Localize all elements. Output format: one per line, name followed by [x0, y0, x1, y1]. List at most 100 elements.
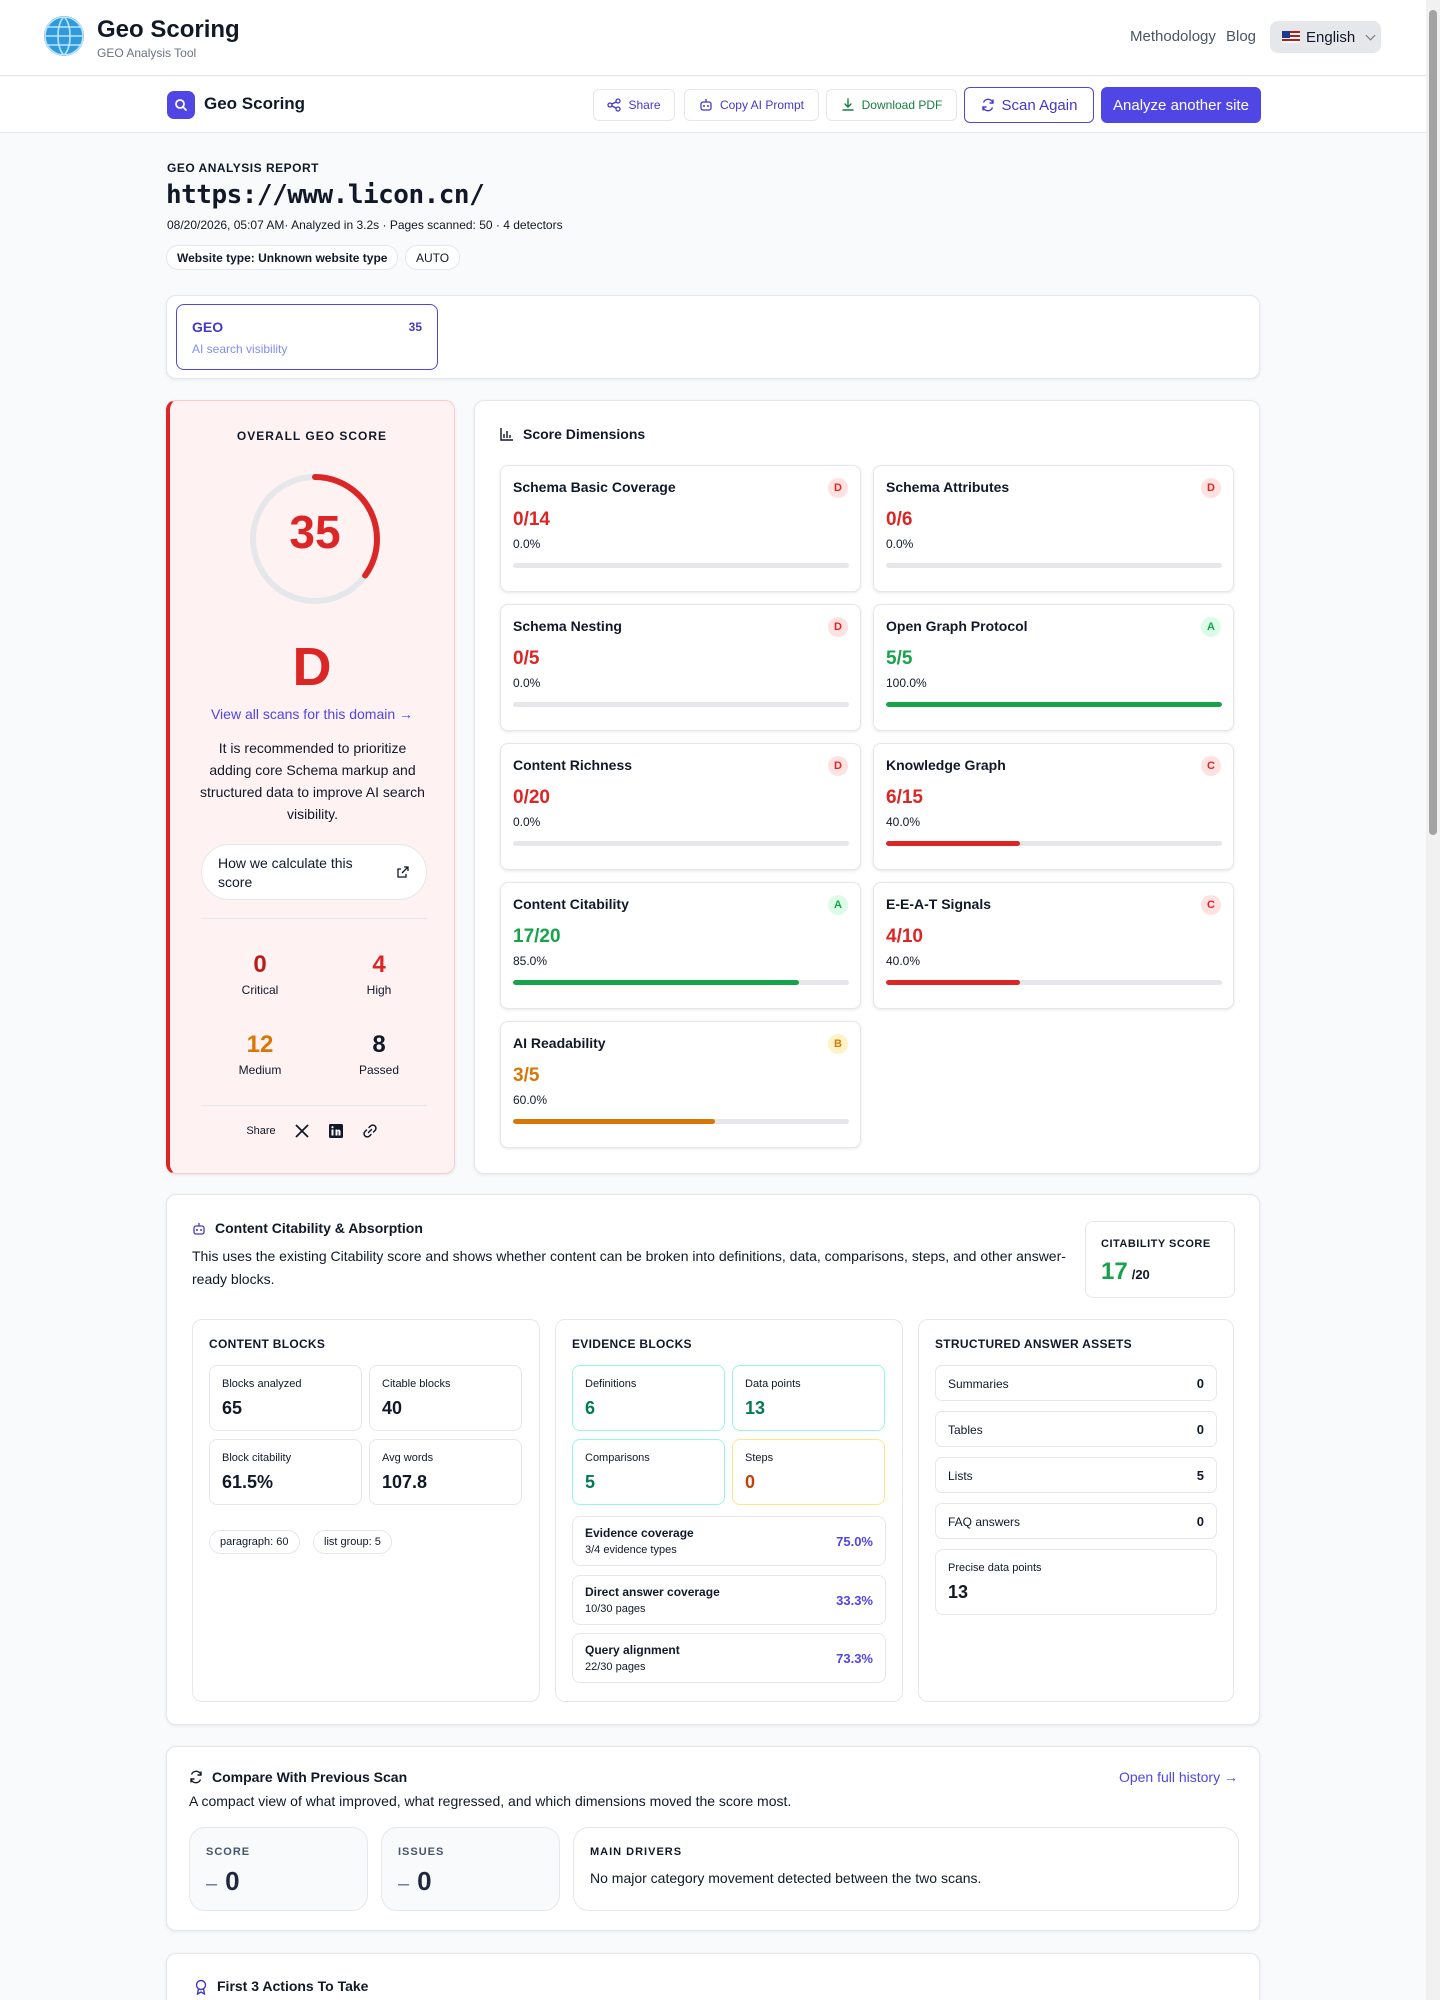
- citable-blocks-card: Citable blocks 40: [369, 1365, 522, 1431]
- dimension-card: Knowledge Graph C 6/15 40.0%: [873, 743, 1234, 870]
- tab-geo-name: GEO: [192, 319, 224, 335]
- dimension-percent: 100.0%: [886, 676, 927, 690]
- share-button[interactable]: Share: [593, 89, 675, 121]
- citability-description: This uses the existing Citability score …: [192, 1248, 1066, 1287]
- dimension-name: AI Readability: [513, 1035, 606, 1051]
- nav-link-blog[interactable]: Blog: [1226, 28, 1256, 45]
- precise-data-points-card: Precise data points 13: [935, 1549, 1217, 1615]
- language-select[interactable]: English: [1270, 21, 1381, 53]
- us-flag-icon: [1282, 31, 1300, 43]
- definitions-card: Definitions 6: [572, 1365, 725, 1431]
- asset-summaries-row: Summaries 0: [935, 1365, 1217, 1401]
- citability-score-box: CITABILITY SCORE 17/20: [1085, 1221, 1235, 1298]
- score-dimensions-title: Score Dimensions: [523, 426, 646, 442]
- coverage-label: Direct answer coverage: [585, 1585, 720, 1599]
- top-navbar: Geo Scoring GEO Analysis Tool Methodolog…: [0, 0, 1426, 76]
- dimension-grade-badge: A: [1201, 617, 1221, 637]
- block-citability-card: Block citability 61.5%: [209, 1439, 362, 1505]
- how-we-calculate-button[interactable]: How we calculate this score: [201, 844, 427, 900]
- tab-geo-score: 35: [408, 320, 422, 334]
- analyze-another-site-button[interactable]: Analyze another site: [1101, 87, 1261, 123]
- dimension-progress-track: [513, 841, 849, 846]
- dimension-progress-fill: [513, 1119, 715, 1124]
- share-row: Share: [170, 1123, 454, 1139]
- avg-words-card: Avg words 107.8: [369, 1439, 522, 1505]
- compare-score-label: SCORE: [206, 1846, 251, 1858]
- link-icon[interactable]: [362, 1123, 378, 1139]
- dimension-name: Schema Attributes: [886, 479, 1010, 495]
- refresh-icon: [190, 1770, 202, 1784]
- copy-ai-prompt-button[interactable]: Copy AI Prompt: [684, 89, 819, 121]
- steps-card: Steps 0: [732, 1439, 885, 1505]
- scan-again-button[interactable]: Scan Again: [964, 87, 1094, 123]
- dimension-progress-track: [886, 563, 1222, 568]
- neutral-dash-icon: –: [398, 1873, 410, 1895]
- open-full-history-link[interactable]: Open full history →: [1119, 1769, 1238, 1785]
- dimension-progress-track: [886, 841, 1222, 846]
- dimension-score: 3/5: [513, 1065, 540, 1086]
- compare-score-value: –0: [206, 1866, 240, 1896]
- dimension-score: 0/14: [513, 509, 550, 530]
- compare-description: A compact view of what improved, what re…: [189, 1793, 792, 1809]
- mini-label: Steps: [745, 1452, 774, 1464]
- overall-score-label: OVERALL GEO SCORE: [236, 429, 388, 443]
- mini-value: 13: [745, 1398, 766, 1418]
- toolbar-title: Geo Scoring: [204, 94, 306, 113]
- report-meta: 08/20/2026, 05:07 AM· Analyzed in 3.2s ·…: [167, 218, 563, 232]
- mini-value: 5: [585, 1472, 596, 1492]
- globe-icon[interactable]: [44, 16, 84, 56]
- mini-label: Precise data points: [948, 1562, 1042, 1574]
- structured-assets-title: STRUCTURED ANSWER ASSETS: [935, 1337, 1132, 1351]
- dimension-progress-track: [886, 702, 1222, 707]
- scrollbar-thumb[interactable]: [1429, 10, 1437, 835]
- content-blocks-title: CONTENT BLOCKS: [209, 1337, 326, 1351]
- recommendation-text: It is recommended to prioritize adding c…: [200, 740, 425, 822]
- dimension-grade-badge: D: [1201, 478, 1221, 498]
- website-type-badge: Website type: Unknown website type: [166, 245, 399, 270]
- overall-score-value: 35: [289, 506, 341, 558]
- x-twitter-icon[interactable]: [294, 1123, 310, 1139]
- main-drivers-text: No major category movement detected betw…: [590, 1870, 982, 1886]
- report-toolbar: Geo Scoring Share Copy AI Prompt Downloa…: [0, 77, 1426, 133]
- dimension-card: Content Richness D 0/20 0.0%: [500, 743, 861, 870]
- dimension-grade-badge: B: [828, 1034, 848, 1054]
- asset-value: 0: [1196, 1376, 1204, 1391]
- tab-geo[interactable]: GEO 35 AI search visibility: [176, 304, 438, 370]
- dimension-name: Schema Nesting: [513, 618, 622, 634]
- coverage-sub: 10/30 pages: [585, 1603, 646, 1615]
- view-all-scans-link[interactable]: View all scans for this domain →: [170, 706, 454, 722]
- compare-title: Compare With Previous Scan: [212, 1769, 408, 1785]
- dimension-card: E-E-A-T Signals C 4/10 40.0%: [873, 882, 1234, 1009]
- mini-value: 13: [948, 1582, 969, 1602]
- divider: [201, 1105, 427, 1106]
- dimension-card: Content Citability A 17/20 85.0%: [500, 882, 861, 1009]
- first-actions-section: First 3 Actions To Take: [166, 1953, 1260, 2000]
- dimension-score: 17/20: [513, 926, 561, 947]
- linkedin-icon[interactable]: [328, 1123, 344, 1139]
- scrollbar[interactable]: [1426, 0, 1440, 2000]
- dimension-grade-badge: D: [828, 617, 848, 637]
- dimension-progress-fill: [513, 980, 799, 985]
- dimension-grade-badge: D: [828, 478, 848, 498]
- dimension-progress-fill: [886, 980, 1021, 985]
- stat-high: 4 High: [329, 951, 429, 997]
- compare-issues-value: –0: [398, 1866, 432, 1896]
- download-icon: [841, 98, 854, 111]
- dimension-score: 4/10: [886, 926, 923, 947]
- dimension-score: 6/15: [886, 787, 923, 808]
- bar-chart-icon: [500, 428, 513, 441]
- brand-title[interactable]: Geo Scoring: [97, 16, 240, 44]
- evidence-blocks-panel: EVIDENCE BLOCKS Definitions 6 Data point…: [555, 1319, 903, 1702]
- mini-label: Definitions: [585, 1378, 637, 1390]
- download-pdf-label: Download PDF: [861, 98, 943, 112]
- asset-faq-row: FAQ answers 0: [935, 1503, 1217, 1539]
- citability-score-value: 17/20: [1101, 1258, 1150, 1285]
- stat-medium-value: 12: [246, 1031, 274, 1058]
- nav-link-methodology[interactable]: Methodology: [1130, 28, 1216, 45]
- dimension-name: Schema Basic Coverage: [513, 479, 676, 495]
- overall-score-card: OVERALL GEO SCORE 35 D View all scans fo…: [166, 400, 455, 1174]
- download-pdf-button[interactable]: Download PDF: [826, 89, 957, 121]
- dimension-progress-fill: [886, 841, 1021, 846]
- evidence-coverage-row: Evidence coverage 3/4 evidence types 75.…: [572, 1516, 886, 1566]
- query-alignment-row: Query alignment 22/30 pages 73.3%: [572, 1633, 886, 1683]
